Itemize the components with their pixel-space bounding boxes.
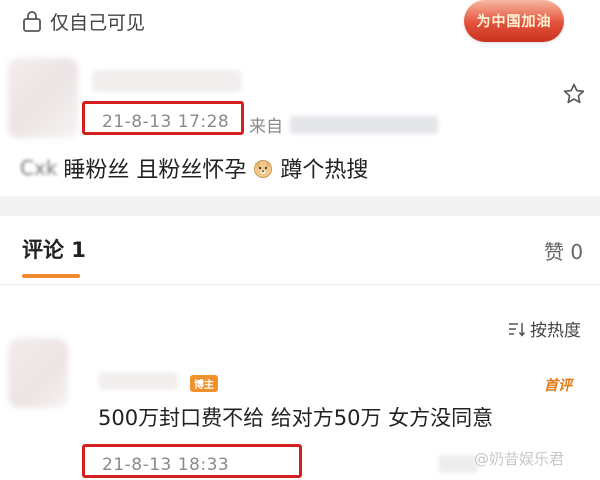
comment-text: 500万封口费不给 给对方50万 女方没同意 <box>98 406 494 430</box>
lock-icon <box>23 11 41 32</box>
watermark: @奶昔娱乐君 <box>474 450 565 468</box>
privacy-indicator: 仅自己可见 <box>22 6 145 36</box>
campaign-badge-label: 为中国加油 <box>476 14 552 30</box>
section-divider <box>0 196 600 216</box>
dog-face-icon <box>254 160 273 178</box>
divider <box>0 284 600 285</box>
comment-time: 21-8-13 18:33 <box>102 455 230 475</box>
star-icon[interactable] <box>562 82 586 106</box>
sort-by-hot-button[interactable]: 按热度 <box>508 316 581 341</box>
avatar[interactable] <box>8 58 78 138</box>
post-content-blurred: Cxk <box>20 156 58 180</box>
sort-label: 按热度 <box>530 321 581 341</box>
post-content-text-2: 蹲个热搜 <box>280 158 369 183</box>
username-blurred[interactable] <box>92 70 242 92</box>
comment-avatar[interactable] <box>8 338 68 408</box>
comment-meta-blurred <box>438 455 478 473</box>
campaign-badge[interactable]: 为中国加油 <box>464 0 564 42</box>
post-source-blurred <box>290 116 438 134</box>
tab-likes[interactable]: 赞 0 <box>544 236 583 265</box>
sort-icon <box>509 322 526 337</box>
post-source-label: 来自 <box>249 117 283 137</box>
post-content-text-1: 睡粉丝 且粉丝怀孕 <box>63 158 247 183</box>
author-badge: 博主 <box>190 375 218 392</box>
privacy-label: 仅自己可见 <box>50 11 146 34</box>
post-time: 21-8-13 17:28 <box>102 112 230 132</box>
tab-comments-indicator <box>22 274 80 278</box>
first-comment-label: 首评 <box>544 378 572 394</box>
post-content: Cxk 睡粉丝 且粉丝怀孕 蹲个热搜 <box>20 152 368 184</box>
comment-username-blurred[interactable] <box>98 372 178 390</box>
tab-comments[interactable]: 评论 1 <box>22 234 86 264</box>
